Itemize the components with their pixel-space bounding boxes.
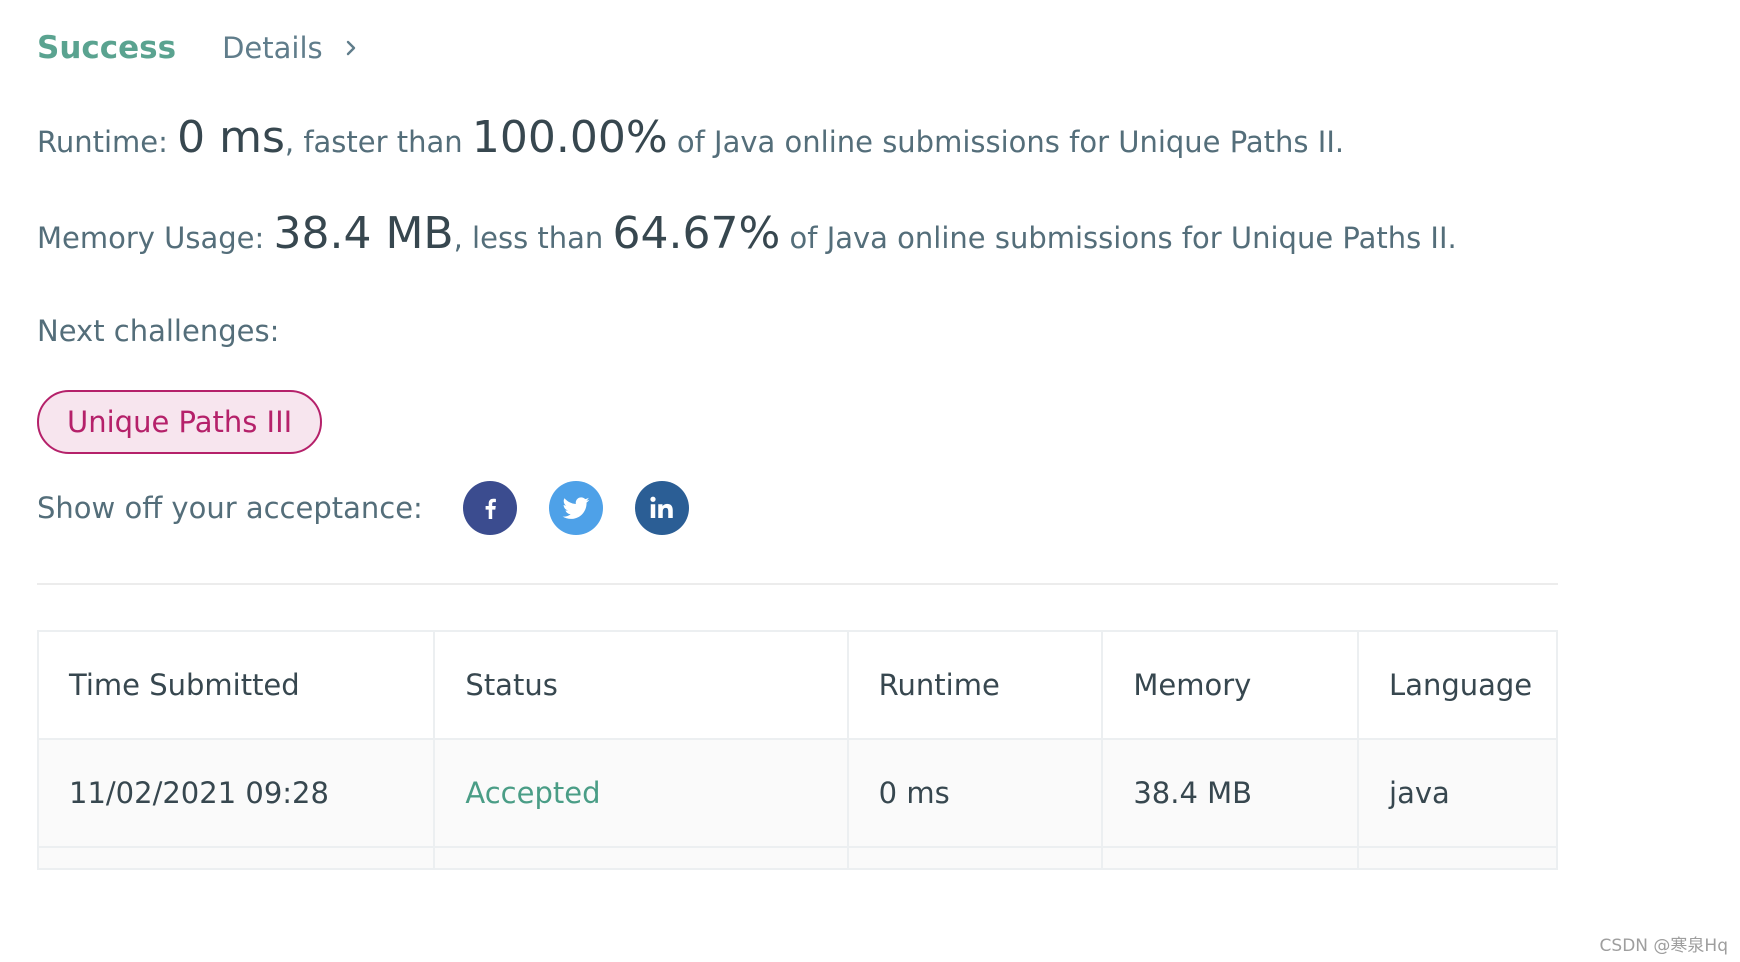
memory-percent: 64.67% — [612, 208, 781, 259]
runtime-label: Runtime: — [37, 125, 178, 159]
cell-language: java — [1357, 738, 1558, 848]
share-label: Show off your acceptance: — [37, 491, 423, 525]
cell-runtime: 0 ms — [846, 738, 1104, 848]
cell-memory: 38.4 MB — [1101, 738, 1360, 848]
memory-value: 38.4 MB — [273, 208, 454, 259]
header-language: Language — [1357, 630, 1558, 740]
cell-partial — [1101, 846, 1360, 870]
section-divider — [37, 583, 1558, 585]
cell-time: 11/02/2021 09:28 — [36, 738, 436, 848]
cell-partial — [433, 846, 849, 870]
memory-suffix: of Java online submissions for Unique Pa… — [780, 221, 1457, 255]
header-time-submitted: Time Submitted — [36, 630, 436, 740]
runtime-comparison: , faster than — [284, 125, 472, 159]
facebook-share-button[interactable] — [463, 481, 517, 535]
result-header: Success Details — [37, 24, 361, 72]
cell-partial — [1357, 846, 1558, 870]
watermark: CSDN @寒泉Hq — [1599, 936, 1728, 956]
header-status: Status — [433, 630, 849, 740]
table-row: 11/02/2021 09:28 Accepted 0 ms 38.4 MB j… — [36, 738, 1558, 848]
runtime-summary: Runtime: 0 ms, faster than 100.00% of Ja… — [37, 112, 1344, 163]
share-row: Show off your acceptance: — [37, 480, 721, 536]
table-header-row: Time Submitted Status Runtime Memory Lan… — [36, 630, 1558, 740]
challenge-unique-paths-iii[interactable]: Unique Paths III — [37, 390, 323, 454]
cell-status-accepted[interactable]: Accepted — [433, 738, 849, 848]
memory-label: Memory Usage: — [37, 221, 274, 255]
success-status: Success — [37, 30, 177, 66]
submission-result: Success Details Runtime: 0 ms, faster th… — [36, 0, 1740, 962]
twitter-share-button[interactable] — [549, 481, 603, 535]
runtime-suffix: of Java online submissions for Unique Pa… — [667, 125, 1345, 159]
details-link[interactable]: Details — [222, 31, 361, 65]
table-row-partial — [36, 846, 1558, 870]
memory-summary: Memory Usage: 38.4 MB, less than 64.67% … — [37, 208, 1457, 259]
memory-comparison: , less than — [453, 221, 613, 255]
header-memory: Memory — [1101, 630, 1360, 740]
linkedin-icon — [650, 496, 673, 518]
twitter-icon — [562, 497, 590, 519]
runtime-percent: 100.00% — [471, 112, 668, 163]
header-runtime: Runtime — [846, 630, 1104, 740]
cell-partial — [36, 846, 436, 870]
chevron-right-icon — [346, 40, 355, 56]
details-label: Details — [222, 31, 323, 65]
next-challenges-label: Next challenges: — [37, 314, 280, 348]
submissions-table: Time Submitted Status Runtime Memory Lan… — [36, 630, 1558, 870]
cell-partial — [846, 846, 1104, 870]
runtime-value: 0 ms — [177, 112, 285, 163]
linkedin-share-button[interactable] — [635, 481, 689, 535]
facebook-icon — [485, 498, 496, 519]
